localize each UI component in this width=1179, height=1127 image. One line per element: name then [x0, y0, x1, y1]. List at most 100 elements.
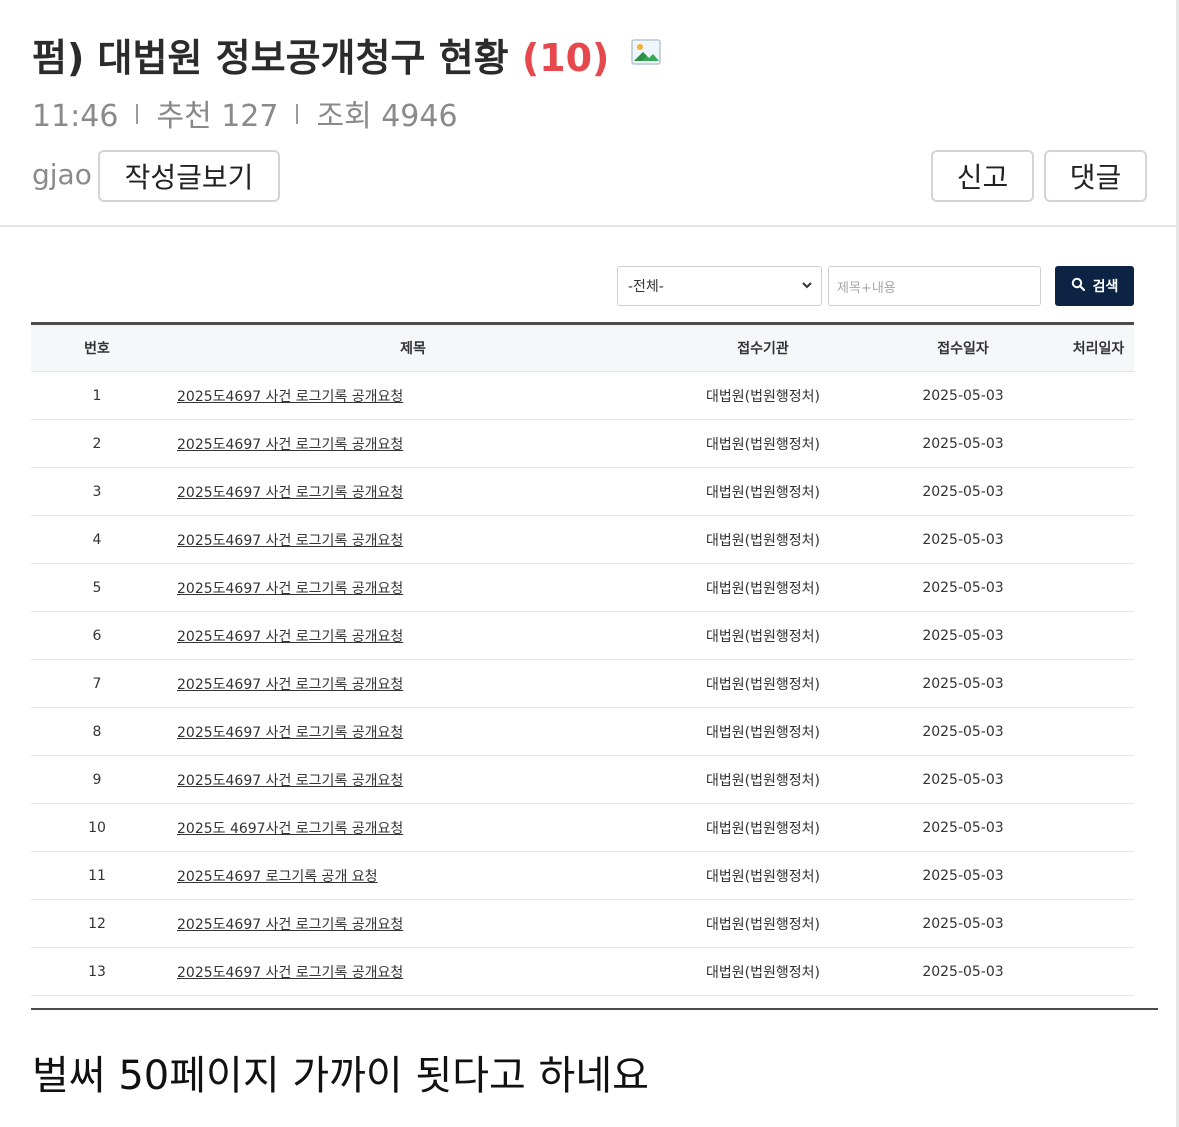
row-org: 대법원(법원행정처) — [663, 611, 863, 660]
meta-separator — [296, 104, 299, 124]
row-org: 대법원(법원행정처) — [663, 563, 863, 612]
row-title-link[interactable]: 2025도4697 사건 로그기록 공개요청 — [177, 629, 403, 645]
row-title: 2025도4697 사건 로그기록 공개요청 — [163, 371, 663, 420]
row-processed-date — [1063, 947, 1134, 996]
row-processed-date — [1063, 563, 1134, 612]
search-button[interactable]: 검색 — [1055, 266, 1134, 306]
row-processed-date — [1063, 899, 1134, 948]
table-row[interactable]: 13 2025도4697 사건 로그기록 공개요청 대법원(법원행정처) 2025-0… — [31, 947, 1134, 996]
column-header-processed-date: 처리일자 — [1063, 325, 1134, 372]
table-row[interactable]: 7 2025도4697 사건 로그기록 공개요청 대법원(법원행정처) 2025-05… — [31, 659, 1134, 708]
recommend-count: 추천 127 — [156, 99, 279, 134]
row-number: 6 — [31, 611, 163, 660]
table-row[interactable]: 1 2025도4697 사건 로그기록 공개요청 대법원(법원행정처) 2025-05… — [31, 371, 1134, 420]
row-received-date: 2025-05-03 — [863, 851, 1063, 900]
row-title-link[interactable]: 2025도4697 사건 로그기록 공개요청 — [177, 773, 403, 789]
row-received-date: 2025-05-03 — [863, 899, 1063, 948]
row-number: 13 — [31, 947, 163, 996]
row-received-date: 2025-05-03 — [863, 707, 1063, 756]
table-header-row: 번호 제목 접수기관 접수일자 처리일자 — [31, 325, 1134, 372]
row-title: 2025도4697 사건 로그기록 공개요청 — [163, 659, 663, 708]
row-processed-date — [1063, 755, 1134, 804]
row-received-date: 2025-05-03 — [863, 611, 1063, 660]
search-bar: -전체- 제목+내용 검색 — [31, 266, 1134, 306]
row-org: 대법원(법원행정처) — [663, 371, 863, 420]
author-name[interactable]: gjao — [32, 158, 92, 191]
row-title: 2025도4697 사건 로그기록 공개요청 — [163, 563, 663, 612]
post-title-row: 펌) 대법원 정보공개청구 현황 (10) — [32, 26, 1147, 84]
row-number: 4 — [31, 515, 163, 564]
column-header-org: 접수기관 — [663, 325, 863, 372]
row-processed-date — [1063, 467, 1134, 516]
search-scope-select[interactable]: -전체- — [617, 266, 822, 306]
column-header-number: 번호 — [31, 325, 163, 372]
row-title-link[interactable]: 2025도4697 사건 로그기록 공개요청 — [177, 437, 403, 453]
row-org: 대법원(법원행정처) — [663, 851, 863, 900]
row-number: 3 — [31, 467, 163, 516]
image-icon — [630, 26, 661, 65]
row-title-link[interactable]: 2025도4697 사건 로그기록 공개요청 — [177, 485, 403, 501]
embed-bottom-rule — [31, 1008, 1158, 1010]
row-title: 2025도4697 사건 로그기록 공개요청 — [163, 755, 663, 804]
row-title-link[interactable]: 2025도4697 사건 로그기록 공개요청 — [177, 581, 403, 597]
row-title: 2025도4697 사건 로그기록 공개요청 — [163, 947, 663, 996]
header-divider — [0, 225, 1176, 227]
table-row[interactable]: 2 2025도4697 사건 로그기록 공개요청 대법원(법원행정처) 2025-05… — [31, 419, 1134, 468]
meta-separator — [136, 104, 139, 124]
search-input[interactable]: 제목+내용 — [828, 266, 1041, 306]
table-row[interactable]: 10 2025도 4697사건 로그기록 공개요청 대법원(법원행정처) 2025-0… — [31, 803, 1134, 852]
row-number: 12 — [31, 899, 163, 948]
row-title-link[interactable]: 2025도4697 로그기록 공개 요청 — [177, 869, 378, 885]
row-number: 9 — [31, 755, 163, 804]
row-title-link[interactable]: 2025도4697 사건 로그기록 공개요청 — [177, 965, 403, 981]
comment-count[interactable]: (10) — [522, 36, 610, 80]
row-number: 11 — [31, 851, 163, 900]
table-row[interactable]: 4 2025도4697 사건 로그기록 공개요청 대법원(법원행정처) 2025-05… — [31, 515, 1134, 564]
row-title-link[interactable]: 2025도4697 사건 로그기록 공개요청 — [177, 725, 403, 741]
row-processed-date — [1063, 419, 1134, 468]
table-row[interactable]: 12 2025도4697 사건 로그기록 공개요청 대법원(법원행정처) 2025-0… — [31, 899, 1134, 948]
embedded-screenshot: -전체- 제목+내용 검색 번호 제목 접수기관 접수일자 처리일자 1 202… — [31, 250, 1158, 1010]
post-time: 11:46 — [32, 99, 119, 134]
row-title: 2025도4697 로그기록 공개 요청 — [163, 851, 663, 900]
row-title-link[interactable]: 2025도4697 사건 로그기록 공개요청 — [177, 533, 403, 549]
row-org: 대법원(법원행정처) — [663, 467, 863, 516]
row-org: 대법원(법원행정처) — [663, 707, 863, 756]
row-org: 대법원(법원행정처) — [663, 755, 863, 804]
search-placeholder: 제목+내용 — [837, 280, 896, 296]
row-processed-date — [1063, 515, 1134, 564]
comment-button[interactable]: 댓글 — [1044, 150, 1147, 202]
row-number: 8 — [31, 707, 163, 756]
row-received-date: 2025-05-03 — [863, 563, 1063, 612]
row-number: 10 — [31, 803, 163, 852]
table-row[interactable]: 3 2025도4697 사건 로그기록 공개요청 대법원(법원행정처) 2025-05… — [31, 467, 1134, 516]
row-processed-date — [1063, 611, 1134, 660]
table-row[interactable]: 11 2025도4697 로그기록 공개 요청 대법원(법원행정처) 2025-05-… — [31, 851, 1134, 900]
row-received-date: 2025-05-03 — [863, 659, 1063, 708]
report-button[interactable]: 신고 — [931, 150, 1034, 202]
table-row[interactable]: 5 2025도4697 사건 로그기록 공개요청 대법원(법원행정처) 2025-05… — [31, 563, 1134, 612]
row-title-link[interactable]: 2025도4697 사건 로그기록 공개요청 — [177, 677, 403, 693]
column-header-title: 제목 — [163, 325, 663, 372]
row-title-link[interactable]: 2025도4697 사건 로그기록 공개요청 — [177, 389, 403, 405]
row-received-date: 2025-05-03 — [863, 467, 1063, 516]
table-row[interactable]: 9 2025도4697 사건 로그기록 공개요청 대법원(법원행정처) 2025-05… — [31, 755, 1134, 804]
row-org: 대법원(법원행정처) — [663, 947, 863, 996]
view-author-posts-button[interactable]: 작성글보기 — [98, 150, 280, 202]
table-row[interactable]: 6 2025도4697 사건 로그기록 공개요청 대법원(법원행정처) 2025-05… — [31, 611, 1134, 660]
row-number: 1 — [31, 371, 163, 420]
row-processed-date — [1063, 659, 1134, 708]
table-row[interactable]: 8 2025도4697 사건 로그기록 공개요청 대법원(법원행정처) 2025-05… — [31, 707, 1134, 756]
row-received-date: 2025-05-03 — [863, 755, 1063, 804]
row-title-link[interactable]: 2025도 4697사건 로그기록 공개요청 — [177, 821, 403, 837]
author-row: gjao 작성글보기 신고 댓글 — [32, 148, 1147, 204]
row-title-link[interactable]: 2025도4697 사건 로그기록 공개요청 — [177, 917, 403, 933]
request-table: 번호 제목 접수기관 접수일자 처리일자 1 2025도4697 사건 로그기록 … — [31, 325, 1134, 1010]
post-header: 펌) 대법원 정보공개청구 현황 (10) — [32, 26, 1147, 84]
request-table-wrap: 번호 제목 접수기관 접수일자 처리일자 1 2025도4697 사건 로그기록 … — [31, 322, 1134, 1010]
row-received-date: 2025-05-03 — [863, 803, 1063, 852]
row-processed-date — [1063, 371, 1134, 420]
chevron-down-icon — [801, 279, 813, 294]
row-processed-date — [1063, 707, 1134, 756]
row-org: 대법원(법원행정처) — [663, 899, 863, 948]
